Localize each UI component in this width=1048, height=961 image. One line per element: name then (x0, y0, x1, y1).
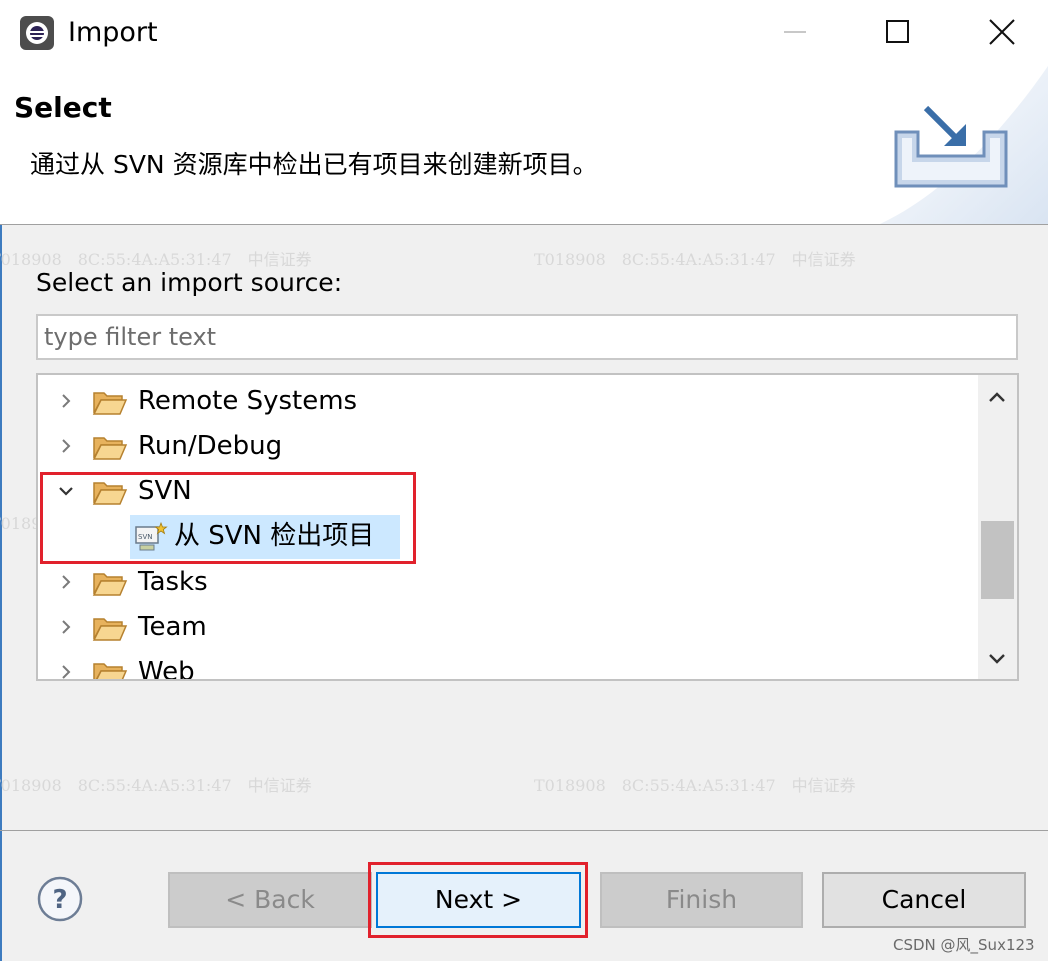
watermark: T018908 8C:55:4A:A5:31:47 中信证券 (0, 776, 312, 795)
scroll-up-icon[interactable] (984, 385, 1010, 411)
chevron-right-icon[interactable] (56, 436, 76, 456)
tree-item-web[interactable]: Web (38, 650, 938, 681)
chevron-right-icon[interactable] (56, 617, 76, 637)
import-wizard-icon (880, 66, 1048, 224)
annotation-highlight-svn (40, 472, 416, 564)
maximize-icon[interactable] (870, 10, 926, 54)
finish-button[interactable]: Finish (600, 872, 803, 928)
eclipse-app-icon (20, 16, 54, 50)
tree-scrollbar[interactable] (978, 375, 1017, 679)
tree-item-label: Run/Debug (138, 431, 283, 461)
tree-item-tasks[interactable]: Tasks (38, 560, 938, 604)
back-button[interactable]: < Back (168, 872, 372, 928)
watermark: T018908 8C:55:4A:A5:31:47 中信证券 (534, 776, 856, 795)
tree-item-team[interactable]: Team (38, 605, 938, 649)
filter-input[interactable] (36, 314, 1018, 360)
folder-icon (92, 437, 128, 460)
source-credit: CSDN @风_Sux123 (893, 936, 1035, 954)
close-icon[interactable] (974, 10, 1030, 54)
folder-icon (93, 663, 128, 679)
scrollbar-thumb[interactable] (981, 521, 1014, 599)
chevron-right-icon[interactable] (56, 391, 76, 411)
folder-icon (92, 392, 128, 415)
help-icon[interactable]: ? (36, 875, 84, 923)
annotation-highlight-next (368, 862, 588, 938)
title-bar: Import (0, 0, 1048, 66)
scroll-down-icon[interactable] (984, 645, 1010, 671)
watermark: T018908 8C:55:4A:A5:31:47 中信证券 (534, 250, 856, 269)
folder-icon (92, 618, 128, 641)
page-description: 通过从 SVN 资源库中检出已有项目来创建新项目。 (30, 150, 598, 179)
tree-item-label: Tasks (138, 567, 208, 597)
tree-item-run-debug[interactable]: Run/Debug (38, 424, 938, 468)
footer-divider (0, 830, 1048, 831)
chevron-right-icon[interactable] (56, 662, 76, 681)
svg-text:?: ? (52, 885, 67, 915)
import-source-label: Select an import source: (36, 268, 343, 297)
chevron-right-icon[interactable] (56, 572, 76, 592)
tree-item-remote-systems[interactable]: Remote Systems (38, 379, 938, 423)
page-title: Select (14, 91, 112, 124)
folder-icon (92, 573, 128, 596)
wizard-header: Select 通过从 SVN 资源库中检出已有项目来创建新项目。 (0, 66, 1048, 225)
tree-item-label: Team (138, 612, 207, 642)
tree-item-label: Remote Systems (138, 386, 358, 416)
minimize-icon[interactable] (768, 10, 824, 54)
cancel-button[interactable]: Cancel (822, 872, 1026, 928)
tree-item-label: Web (138, 657, 195, 681)
window-title: Import (68, 17, 158, 48)
